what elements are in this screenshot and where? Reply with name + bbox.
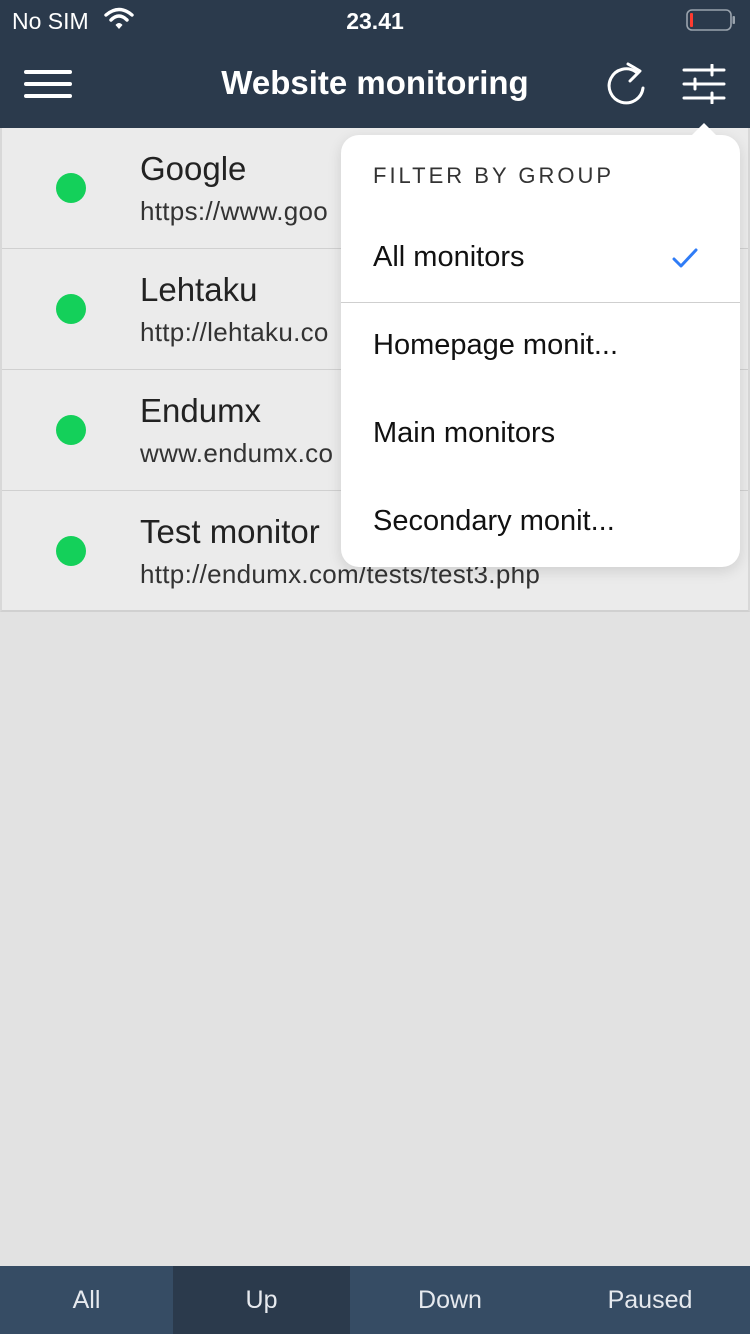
tab-paused[interactable]: Paused [550,1266,750,1334]
monitor-name: Endumx [140,392,262,429]
status-up-indicator [56,173,86,203]
filter-heading: FILTER BY GROUP [373,163,615,188]
popover-arrow [691,123,717,136]
app-header: No SIM 23.41 Website monitoring [0,0,750,128]
monitor-name: Google [140,150,247,187]
filter-option-homepage-monitors[interactable]: Homepage monit... [341,303,740,391]
tab-down[interactable]: Down [350,1266,550,1334]
filter-option-main-monitors[interactable]: Main monitors [341,391,740,479]
tab-up[interactable]: Up [173,1266,350,1334]
checkmark-icon [672,248,698,268]
filter-option-secondary-monitors[interactable]: Secondary monit... [341,479,740,567]
filter-option-label: Homepage monit... [373,329,619,361]
status-tab-bar: All Up Down Paused [0,1266,750,1334]
tab-all[interactable]: All [0,1266,173,1334]
sliders-filter-icon[interactable] [682,64,726,104]
monitor-url: http://lehtaku.co [140,317,329,347]
filter-option-label: All monitors [373,241,525,273]
refresh-icon[interactable] [604,60,650,108]
filter-option-label: Secondary monit... [373,505,615,537]
monitor-name: Lehtaku [140,271,258,308]
filter-option-label: Main monitors [373,417,556,449]
status-up-indicator [56,415,86,445]
filter-popover: FILTER BY GROUP All monitors Homepage mo… [341,123,740,567]
monitor-name: Test monitor [140,513,320,550]
status-bar: No SIM 23.41 [0,0,750,40]
monitor-url: www.endumx.co [140,438,334,468]
status-up-indicator [56,294,86,324]
status-up-indicator [56,536,86,566]
filter-option-all-monitors[interactable]: All monitors [341,215,740,303]
battery-low-icon [686,9,735,31]
monitor-url: https://www.goo [140,196,329,226]
status-time: 23.41 [346,8,404,34]
